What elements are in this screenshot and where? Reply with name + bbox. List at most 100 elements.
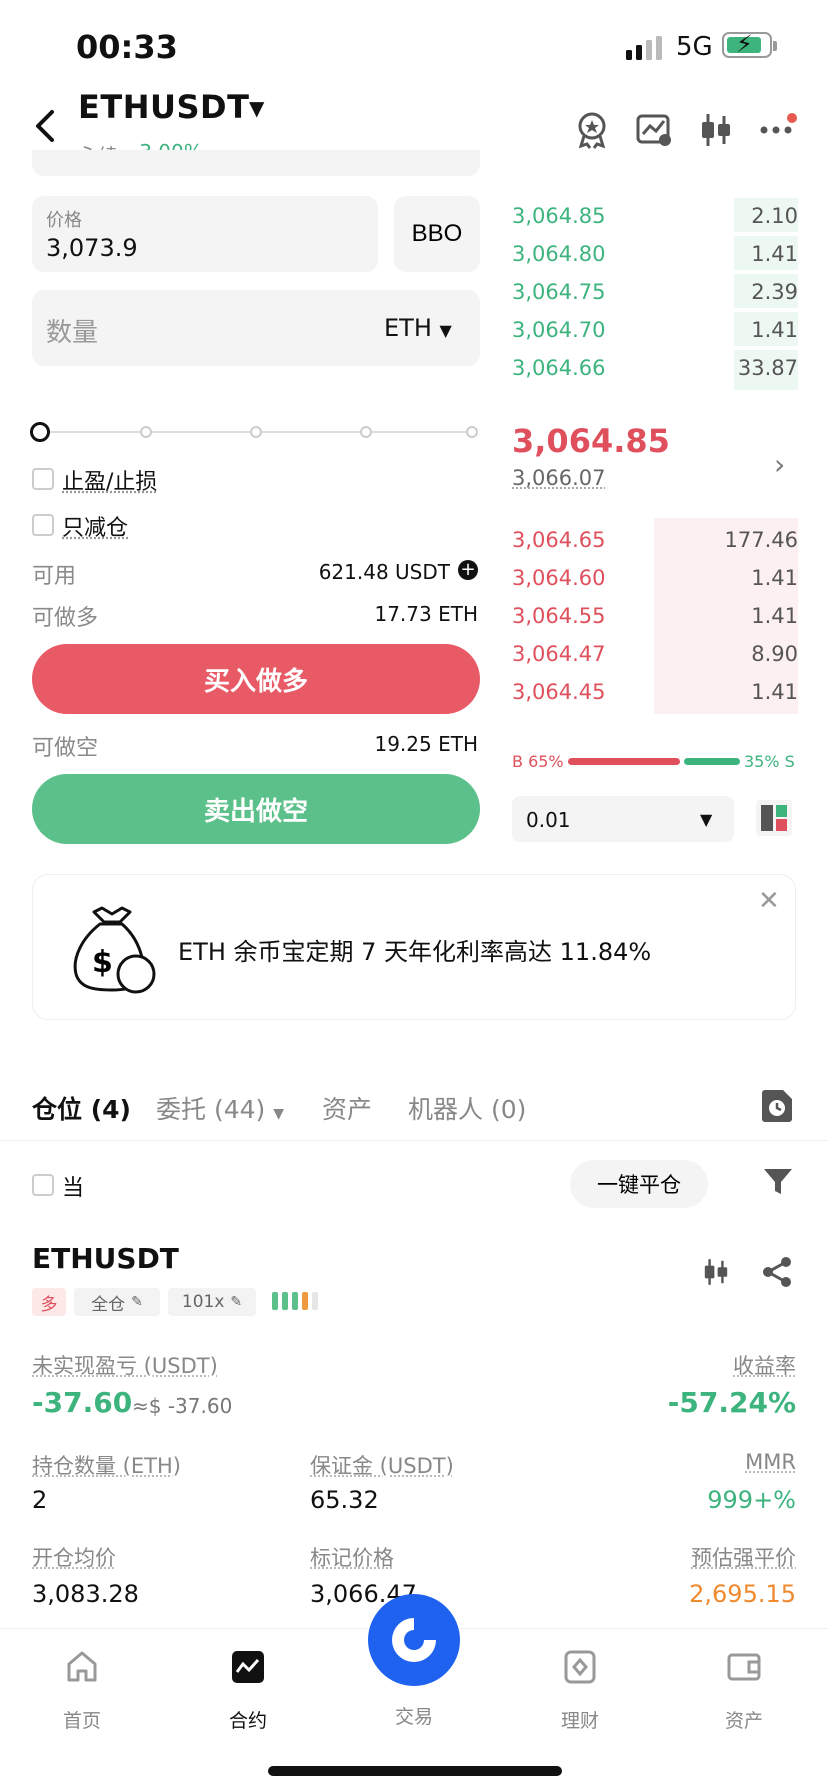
- bbo-button[interactable]: BBO: [394, 196, 480, 272]
- badge-icon[interactable]: [572, 110, 612, 150]
- pnl-usd-value: ≈$ -37.60: [132, 1394, 233, 1418]
- mark-price[interactable]: 3,066.07: [512, 466, 606, 490]
- contract-chart-icon: [232, 1651, 264, 1683]
- reduce-only-label[interactable]: 只减仓: [62, 510, 128, 542]
- ask-price[interactable]: 3,064.66: [512, 356, 606, 380]
- nav-contract[interactable]: 合约: [198, 1650, 298, 1733]
- size-label[interactable]: 持仓数量 (ETH): [32, 1450, 181, 1480]
- bid-price[interactable]: 3,064.47: [512, 642, 606, 666]
- max-short-label: 可做空: [32, 736, 99, 761]
- buy-long-button[interactable]: 买入做多: [32, 644, 480, 714]
- pnl-label[interactable]: 未实现盈亏 (USDT): [32, 1350, 218, 1380]
- margin-mode-tag[interactable]: 全仓 ✎: [74, 1288, 160, 1316]
- bid-qty[interactable]: 1.41: [751, 566, 798, 590]
- tab-positions[interactable]: 仓位 (4): [32, 1090, 131, 1126]
- mark-price-label[interactable]: 标记价格: [310, 1542, 394, 1572]
- history-document-icon[interactable]: [762, 1090, 792, 1122]
- chevron-right-icon[interactable]: ›: [774, 448, 785, 481]
- ask-qty[interactable]: 1.41: [751, 242, 798, 266]
- nav-trade[interactable]: 交易: [364, 1650, 464, 1729]
- depth-precision-value: 0.01: [526, 808, 571, 832]
- pnl-value: -37.60: [32, 1386, 133, 1419]
- mmr-label[interactable]: MMR: [745, 1450, 796, 1474]
- candlestick-icon[interactable]: [696, 110, 736, 150]
- close-all-button[interactable]: 一键平仓: [570, 1160, 708, 1208]
- slider-step[interactable]: [360, 426, 372, 438]
- bid-price[interactable]: 3,064.55: [512, 604, 606, 628]
- roe-label[interactable]: 收益率: [733, 1350, 796, 1380]
- ask-qty[interactable]: 2.10: [751, 204, 798, 228]
- side-tag: 多: [32, 1288, 66, 1316]
- buy-ratio-label: B 65%: [512, 752, 564, 771]
- nav-assets-label: 资产: [724, 1710, 763, 1732]
- chevron-down-icon: ▼: [700, 810, 713, 829]
- order-book-header: [512, 152, 798, 164]
- risk-level-segment: [292, 1292, 298, 1310]
- sell-short-button[interactable]: 卖出做空: [32, 774, 480, 844]
- ask-price[interactable]: 3,064.80: [512, 242, 606, 266]
- ask-qty[interactable]: 1.41: [751, 318, 798, 342]
- bid-qty[interactable]: 1.41: [751, 604, 798, 628]
- promo-text[interactable]: ETH 余币宝定期 7 天年化利率高达 11.84%: [178, 932, 651, 967]
- money-bag-icon: $: [73, 906, 156, 994]
- nav-trade-label: 交易: [394, 1706, 433, 1728]
- margin-label[interactable]: 保证金 (USDT): [310, 1450, 454, 1480]
- ask-price[interactable]: 3,064.85: [512, 204, 606, 228]
- home-icon: [67, 1651, 97, 1682]
- current-only-label[interactable]: 当: [62, 1170, 84, 1202]
- chart-settings-icon[interactable]: [634, 110, 674, 150]
- slider-step[interactable]: [140, 426, 152, 438]
- filter-icon[interactable]: [762, 1166, 794, 1198]
- ask-price[interactable]: 3,064.70: [512, 318, 606, 342]
- slider-handle[interactable]: [30, 422, 50, 442]
- close-icon[interactable]: ✕: [758, 886, 780, 916]
- share-icon[interactable]: [762, 1256, 794, 1288]
- leverage-tag[interactable]: 101x ✎: [168, 1288, 256, 1316]
- nav-home[interactable]: 首页: [32, 1650, 132, 1733]
- tab-assets[interactable]: 资产: [322, 1090, 372, 1126]
- tab-orders-label: 委托 (44): [156, 1095, 266, 1124]
- transfer-plus-icon[interactable]: +: [458, 560, 478, 580]
- bid-qty[interactable]: 1.41: [751, 680, 798, 704]
- risk-level-segment: [272, 1292, 278, 1310]
- battery-icon: ⚡: [722, 30, 777, 58]
- max-short-value: 19.25 ETH: [374, 732, 478, 756]
- pair-title[interactable]: ETHUSDT: [78, 88, 249, 126]
- bid-price[interactable]: 3,064.60: [512, 566, 606, 590]
- current-only-checkbox[interactable]: [32, 1174, 54, 1196]
- liq-price-label[interactable]: 预估强平价: [691, 1542, 796, 1572]
- ask-qty[interactable]: 33.87: [738, 356, 798, 380]
- pair-dropdown-icon[interactable]: ▼: [249, 96, 264, 120]
- back-icon[interactable]: [28, 106, 62, 146]
- nav-finance[interactable]: 理财: [530, 1650, 630, 1733]
- tp-sl-label[interactable]: 止盈/止损: [62, 464, 157, 496]
- candlestick-icon[interactable]: [700, 1256, 732, 1288]
- order-type-field[interactable]: [32, 150, 480, 176]
- nav-assets[interactable]: 资产: [694, 1650, 794, 1733]
- ask-price[interactable]: 3,064.75: [512, 280, 606, 304]
- bid-qty[interactable]: 177.46: [725, 528, 798, 552]
- slider-step[interactable]: [250, 426, 262, 438]
- nav-finance-label: 理财: [560, 1710, 599, 1732]
- ask-qty[interactable]: 2.39: [751, 280, 798, 304]
- more-icon[interactable]: [758, 110, 798, 150]
- tp-sl-checkbox[interactable]: [32, 468, 54, 490]
- tab-bots[interactable]: 机器人 (0): [408, 1090, 526, 1126]
- bid-price[interactable]: 3,064.65: [512, 528, 606, 552]
- reduce-only-checkbox[interactable]: [32, 514, 54, 536]
- svg-text:$: $: [92, 945, 113, 980]
- size-value: 2: [32, 1486, 48, 1514]
- slider-step[interactable]: [466, 426, 478, 438]
- position-symbol[interactable]: ETHUSDT: [32, 1242, 179, 1275]
- bid-price[interactable]: 3,064.45: [512, 680, 606, 704]
- tab-orders[interactable]: 委托 (44) ▼: [156, 1090, 284, 1126]
- quantity-input[interactable]: 数量: [46, 312, 98, 349]
- price-input[interactable]: 3,073.9: [46, 234, 138, 262]
- leverage-label: 101x: [181, 1292, 225, 1312]
- available-value: 621.48 USDT: [318, 560, 450, 584]
- bid-qty[interactable]: 8.90: [751, 642, 798, 666]
- network-label: 5G: [676, 32, 713, 62]
- quantity-unit-select[interactable]: ETH ▼: [384, 314, 452, 342]
- book-layout-icon[interactable]: [756, 800, 792, 836]
- entry-price-label[interactable]: 开仓均价: [32, 1542, 116, 1572]
